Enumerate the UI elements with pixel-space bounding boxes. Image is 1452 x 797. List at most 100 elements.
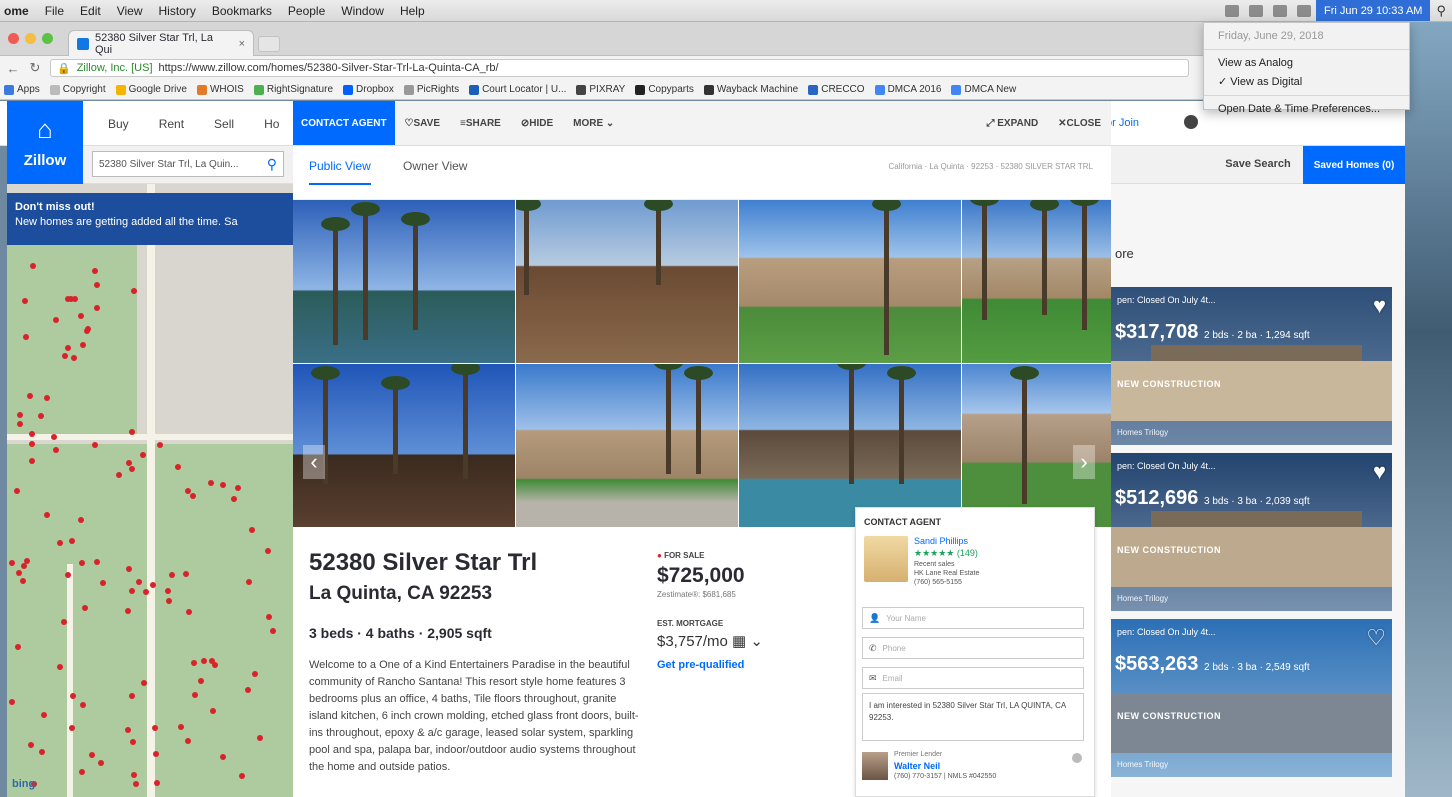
nav-buy[interactable]: Buy	[108, 117, 129, 131]
spotlight-search-icon[interactable]: ⚲	[1430, 3, 1452, 19]
map-listing-pin[interactable]	[17, 412, 23, 418]
map-listing-pin[interactable]	[51, 434, 57, 440]
map-listing-pin[interactable]	[53, 447, 59, 453]
map-listing-pin[interactable]	[71, 355, 77, 361]
map-listing-pin[interactable]	[78, 517, 84, 523]
status-icon[interactable]	[1249, 4, 1264, 17]
map-listing-pin[interactable]	[129, 588, 135, 594]
gallery-photo[interactable]	[516, 200, 738, 363]
address-bar[interactable]: 🔒 Zillow, Inc. [US] https://www.zillow.c…	[50, 59, 1189, 77]
map-listing-pin[interactable]	[131, 288, 137, 294]
map-listing-pin[interactable]	[133, 781, 139, 787]
map-listing-pin[interactable]	[116, 472, 122, 478]
map-listing-pin[interactable]	[157, 442, 163, 448]
map-listing-pin[interactable]	[178, 724, 184, 730]
map-listing-pin[interactable]	[220, 754, 226, 760]
help-icon[interactable]	[1184, 115, 1198, 129]
lender-name-link[interactable]: Walter Neil	[894, 761, 940, 771]
map-listing-pin[interactable]	[85, 326, 91, 332]
bookmark-item[interactable]: PIXRAY	[576, 84, 625, 95]
info-icon[interactable]	[1072, 753, 1082, 763]
tab-close-icon[interactable]: ×	[239, 38, 245, 50]
save-button[interactable]: ♡SAVE	[395, 118, 450, 129]
map-listing-pin[interactable]	[266, 614, 272, 620]
menu-edit[interactable]: Edit	[72, 4, 109, 18]
map-listing-pin[interactable]	[44, 512, 50, 518]
map-listing-pin[interactable]	[231, 496, 237, 502]
view-as-digital-item[interactable]: ✓ View as Digital	[1204, 72, 1409, 91]
map-listing-pin[interactable]	[183, 571, 189, 577]
save-heart-icon[interactable]: ♡	[1366, 625, 1386, 651]
menu-window[interactable]: Window	[333, 4, 392, 18]
map-listing-pin[interactable]	[9, 560, 15, 566]
new-tab-button[interactable]	[258, 36, 280, 52]
map-listing-pin[interactable]	[14, 488, 20, 494]
map-listing-pin[interactable]	[92, 442, 98, 448]
map-listing-pin[interactable]	[80, 702, 86, 708]
map-listing-pin[interactable]	[154, 780, 160, 786]
map-listing-pin[interactable]	[165, 588, 171, 594]
map-listing-pin[interactable]	[130, 739, 136, 745]
map-listing-pin[interactable]	[249, 527, 255, 533]
bookmark-item[interactable]: CRECCO	[808, 84, 865, 95]
map-listing-pin[interactable]	[23, 334, 29, 340]
bookmark-item[interactable]: DMCA 2016	[874, 84, 941, 95]
map-listing-pin[interactable]	[126, 460, 132, 466]
new-homes-toast[interactable]: Don't miss out! New homes are getting ad…	[7, 193, 293, 245]
zestimate[interactable]: Zestimate®: $681,685	[657, 590, 736, 599]
bookmark-item[interactable]: RightSignature	[253, 84, 333, 95]
bookmark-item[interactable]: PicRights	[403, 84, 459, 95]
save-heart-icon[interactable]: ♥	[1373, 293, 1386, 319]
listing-card[interactable]: pen: Closed On July 4t... NEW CONSTRUCTI…	[1111, 287, 1392, 445]
map-listing-pin[interactable]	[44, 395, 50, 401]
map-listing-pin[interactable]	[192, 692, 198, 698]
map-listing-pin[interactable]	[9, 699, 15, 705]
map-listing-pin[interactable]	[79, 560, 85, 566]
map-listing-pin[interactable]	[57, 664, 63, 670]
breadcrumb[interactable]: California · La Quinta · 92253 · 52380 S…	[888, 162, 1093, 171]
status-icon[interactable]	[1225, 4, 1240, 17]
map-listing-pin[interactable]	[38, 413, 44, 419]
map-listing-pin[interactable]	[270, 628, 276, 634]
map-listing-pin[interactable]	[62, 353, 68, 359]
gallery-prev-arrow-icon[interactable]: ‹	[303, 445, 325, 479]
close-window-button[interactable]	[8, 33, 19, 44]
map-listing-pin[interactable]	[17, 421, 23, 427]
browser-tab[interactable]: 52380 Silver Star Trl, La Qui ×	[68, 30, 254, 56]
map-listing-pin[interactable]	[89, 752, 95, 758]
map-listing-pin[interactable]	[20, 578, 26, 584]
bookmark-item[interactable]: Copyparts	[635, 84, 694, 95]
gallery-photo[interactable]	[293, 364, 515, 527]
saved-homes-button[interactable]: Saved Homes (0)	[1303, 146, 1405, 184]
menu-bookmarks[interactable]: Bookmarks	[204, 4, 280, 18]
map-listing-pin[interactable]	[29, 441, 35, 447]
map-listing-pin[interactable]	[61, 619, 67, 625]
map-listing-pin[interactable]	[257, 735, 263, 741]
url-text[interactable]: https://www.zillow.com/homes/52380-Silve…	[159, 62, 499, 74]
menu-people[interactable]: People	[280, 4, 333, 18]
map-listing-pin[interactable]	[185, 738, 191, 744]
search-map[interactable]	[7, 184, 293, 797]
menubar-clock[interactable]: Fri Jun 29 10:33 AM	[1316, 0, 1431, 21]
map-listing-pin[interactable]	[92, 268, 98, 274]
map-listing-pin[interactable]	[94, 559, 100, 565]
tab-owner-view[interactable]: Owner View	[403, 159, 467, 173]
map-listing-pin[interactable]	[29, 431, 35, 437]
map-listing-pin[interactable]	[153, 751, 159, 757]
map-listing-pin[interactable]	[68, 296, 74, 302]
map-listing-pin[interactable]	[69, 725, 75, 731]
map-listing-pin[interactable]	[136, 579, 142, 585]
map-listing-pin[interactable]	[41, 712, 47, 718]
listing-card[interactable]: pen: Closed On July 4t... NEW CONSTRUCTI…	[1111, 453, 1392, 611]
map-listing-pin[interactable]	[239, 773, 245, 779]
map-listing-pin[interactable]	[166, 598, 172, 604]
expand-button[interactable]: ⤢ EXPAND	[976, 118, 1048, 129]
map-listing-pin[interactable]	[70, 693, 76, 699]
map-listing-pin[interactable]	[53, 317, 59, 323]
map-listing-pin[interactable]	[57, 540, 63, 546]
menu-help[interactable]: Help	[392, 4, 433, 18]
hide-button[interactable]: ⊘HIDE	[511, 118, 563, 129]
nav-rent[interactable]: Rent	[159, 117, 184, 131]
map-listing-pin[interactable]	[16, 570, 22, 576]
map-listing-pin[interactable]	[69, 538, 75, 544]
